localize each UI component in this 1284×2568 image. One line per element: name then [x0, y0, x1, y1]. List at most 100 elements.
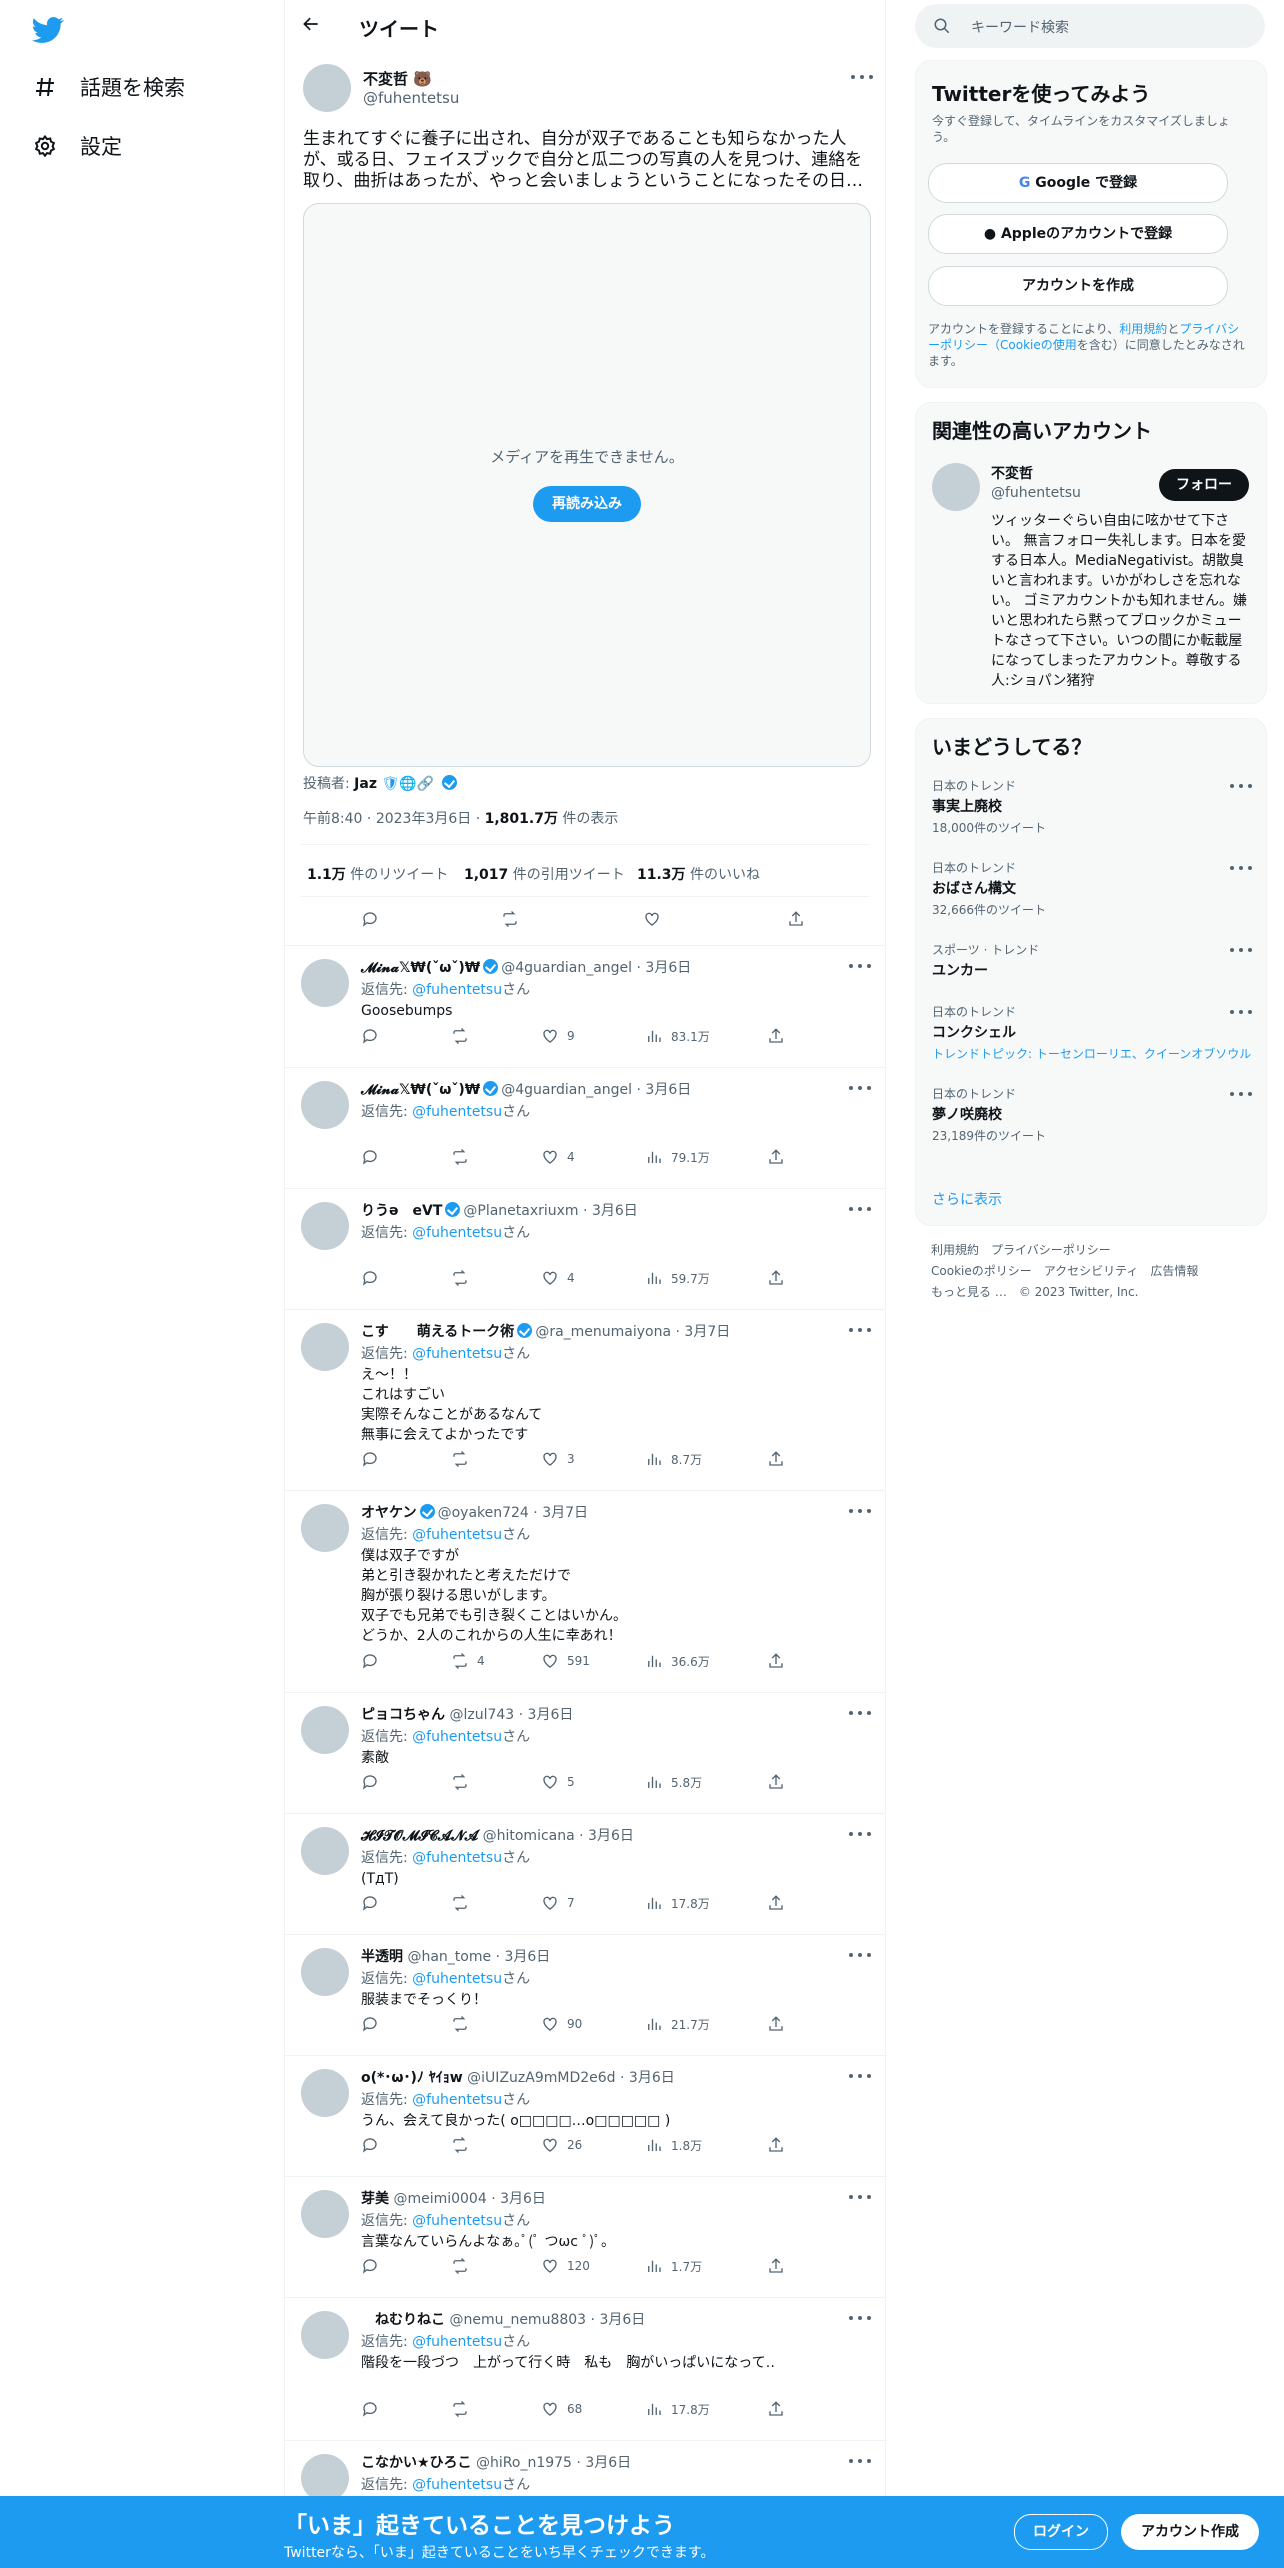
more-options-icon[interactable] [849, 963, 871, 969]
more-options-icon[interactable] [1230, 865, 1252, 871]
more-options-icon[interactable] [849, 1508, 871, 1514]
like-button[interactable]: 68 [541, 2400, 582, 2418]
reply-author-handle[interactable]: @oyaken724 [438, 1505, 529, 1521]
google-signup-button[interactable]: G Google で登録 [928, 163, 1228, 203]
retweet-button[interactable] [451, 1450, 477, 1468]
quotes-stat[interactable]: 1,017 件の引用ツイート [464, 864, 625, 884]
author-name[interactable]: 不変哲 🐻 [363, 68, 432, 89]
related-handle[interactable]: @fuhentetsu [991, 485, 1081, 501]
trend-item[interactable]: 日本のトレンド 事実上廃校 18,000件のツイート [932, 777, 1252, 836]
reply-button[interactable] [361, 2136, 379, 2154]
reply-author-handle[interactable]: @hiRo_n1975 [476, 2455, 572, 2471]
reply-tweet[interactable]: 𝓗𝓘𝓣𝓞𝓜𝓘𝓒𝓐𝓝𝓐 @hitomicana · 3月6日 返信先: @fuhen… [285, 1813, 885, 1935]
footer-line-3[interactable]: もっと見る … © 2023 Twitter, Inc. [931, 1282, 1198, 1303]
more-options-icon[interactable] [849, 1710, 871, 1716]
more-options-icon[interactable] [849, 1085, 871, 1091]
twitter-logo-icon[interactable] [32, 14, 64, 46]
reply-tweet[interactable]: オヤケン @oyaken724 · 3月7日 返信先: @fuhentetsuさん僕… [285, 1490, 885, 1693]
related-avatar[interactable] [932, 463, 980, 511]
share-button[interactable] [767, 1148, 785, 1166]
reply-tweet[interactable]: 𝓜𝓲𝓷𝓪𝕏₩(ˇωˇ)₩ @4guardian_angel · 3月6日 返信先: … [285, 1067, 885, 1189]
share-button[interactable] [767, 2400, 785, 2418]
more-options-icon[interactable] [1230, 1091, 1252, 1097]
reply-author-handle[interactable]: @hitomicana [483, 1828, 575, 1844]
reply-button[interactable] [361, 1027, 379, 1045]
reply-avatar[interactable] [301, 2311, 349, 2359]
reply-date[interactable]: 3月6日 [588, 1828, 634, 1844]
views-button[interactable]: 17.8万 [645, 2400, 710, 2418]
reply-author-name[interactable]: 半透明 [361, 1949, 403, 1965]
share-button[interactable] [767, 1269, 785, 1287]
apple-signup-button[interactable]: ● Appleのアカウントで登録 [928, 214, 1228, 254]
reply-tweet[interactable]: りうə eVT @Planetaxriuxm · 3月6日 返信先: @fuhent… [285, 1188, 885, 1310]
reply-author-name[interactable]: 𝓜𝓲𝓷𝓪𝕏₩(ˇωˇ)₩ [361, 1082, 480, 1098]
reply-tweet[interactable]: o(*･ω･)ﾉ ﾔｲｮw @iUIZuzA9mMD2e6d · 3月6日 返信先… [285, 2055, 885, 2177]
retweet-button[interactable] [451, 1894, 477, 1912]
reply-tweet[interactable]: こす 萌えるトーク術 @ra_menumaiyona · 3月7日 返信先: @fu… [285, 1309, 885, 1491]
more-options-icon[interactable] [849, 1952, 871, 1958]
reply-tweet[interactable]: 半透明 @han_tome · 3月6日 返信先: @fuhentetsuさん 服装… [285, 1934, 885, 2056]
reply-avatar[interactable] [301, 1948, 349, 1996]
like-button[interactable]: 4 [541, 1148, 575, 1166]
reply-tweet[interactable]: 芽美 @meimi0004 · 3月6日 返信先: @fuhentetsuさん 言葉… [285, 2176, 885, 2298]
views-button[interactable]: 59.7万 [645, 1269, 710, 1287]
views-button[interactable]: 1.8万 [645, 2136, 702, 2154]
reply-to-handle[interactable]: @fuhentetsu [412, 1850, 502, 1866]
like-button[interactable]: 9 [541, 1027, 575, 1045]
reply-tweet[interactable]: 𝓜𝓲𝓷𝓪𝕏₩(ˇωˇ)₩ @4guardian_angel · 3月6日 返信先: … [285, 945, 885, 1068]
reply-date[interactable]: 3月7日 [684, 1324, 730, 1340]
reply-button[interactable] [361, 1148, 379, 1166]
reply-author-name[interactable]: ピョコちゃん [361, 1707, 445, 1723]
retweet-button[interactable] [451, 2400, 477, 2418]
like-button[interactable]: 7 [541, 1894, 575, 1912]
views-button[interactable]: 5.8万 [645, 1773, 702, 1791]
back-arrow-icon[interactable] [301, 14, 325, 38]
reply-date[interactable]: 3月7日 [542, 1505, 588, 1521]
reply-author-handle[interactable]: @4guardian_angel [501, 960, 632, 976]
share-button[interactable] [767, 1894, 785, 1912]
reply-date[interactable]: 3月6日 [599, 2312, 645, 2328]
reply-author-name[interactable]: オヤケン [361, 1505, 417, 1521]
reply-date[interactable]: 3月6日 [585, 2455, 631, 2471]
reply-to-handle[interactable]: @fuhentetsu [412, 1346, 502, 1362]
show-more-link[interactable]: さらに表示 [932, 1189, 1002, 1209]
reply-author-name[interactable]: 𝓗𝓘𝓣𝓞𝓜𝓘𝓒𝓐𝓝𝓐 [361, 1828, 478, 1844]
likes-stat[interactable]: 11.3万 件のいいね [637, 864, 760, 884]
reply-button[interactable] [361, 1652, 379, 1670]
reply-avatar[interactable] [301, 2069, 349, 2117]
reply-author-name[interactable]: こす 萌えるトーク術 [361, 1324, 514, 1340]
reply-date[interactable]: 3月6日 [645, 960, 691, 976]
media-player[interactable]: メディアを再生できません。 再読み込み [303, 203, 871, 767]
reply-date[interactable]: 3月6日 [592, 1203, 638, 1219]
reply-author-name[interactable]: ねむりねこ [361, 2312, 445, 2328]
related-name[interactable]: 不変哲 [991, 463, 1033, 483]
like-button[interactable]: 591 [541, 1652, 590, 1670]
trend-item[interactable]: 日本のトレンド 夢ノ咲廃校 23,189件のツイート [932, 1085, 1252, 1144]
reply-button[interactable] [361, 2400, 379, 2418]
like-button[interactable]: 26 [541, 2136, 582, 2154]
nav-settings[interactable]: 設定 [32, 131, 122, 161]
like-button[interactable]: 4 [541, 1269, 575, 1287]
reply-to-handle[interactable]: @fuhentetsu [412, 1225, 502, 1241]
retweet-button[interactable] [451, 2015, 477, 2033]
reply-to-handle[interactable]: @fuhentetsu [412, 2334, 502, 2350]
reply-avatar[interactable] [301, 1827, 349, 1875]
search-bar[interactable]: キーワード検索 [915, 4, 1265, 48]
reply-avatar[interactable] [301, 1202, 349, 1250]
retweet-button[interactable] [451, 1148, 477, 1166]
nav-explore[interactable]: 話題を検索 [32, 72, 185, 102]
more-options-icon[interactable] [1230, 1009, 1252, 1015]
reply-to-handle[interactable]: @fuhentetsu [412, 2092, 502, 2108]
reply-author-handle[interactable]: @Planetaxriuxm [463, 1203, 578, 1219]
reply-button[interactable] [361, 1450, 379, 1468]
search-input[interactable]: キーワード検索 [971, 17, 1069, 37]
reply-author-name[interactable]: こなかい★ひろこ [361, 2455, 472, 2471]
share-button[interactable] [767, 2257, 785, 2275]
author-avatar[interactable] [303, 64, 351, 112]
reply-author-handle[interactable]: @nemu_nemu8803 [449, 2312, 586, 2328]
follow-button[interactable]: フォロー [1159, 469, 1249, 501]
reply-to-handle[interactable]: @fuhentetsu [412, 1527, 502, 1543]
views-button[interactable]: 36.6万 [645, 1652, 710, 1670]
reply-author-name[interactable]: o(*･ω･)ﾉ ﾔｲｮw [361, 2070, 463, 2086]
retweet-button[interactable] [451, 2257, 477, 2275]
